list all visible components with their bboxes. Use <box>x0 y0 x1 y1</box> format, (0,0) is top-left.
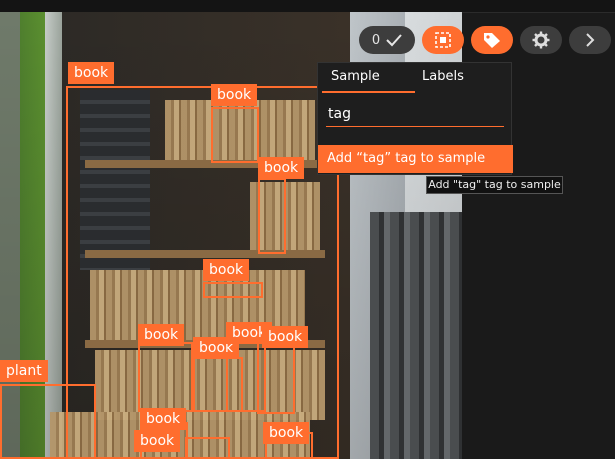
hanging-clothes <box>370 212 462 459</box>
tooltip: Add "tag" tag to sample <box>426 176 563 194</box>
detection-label: book <box>263 422 310 444</box>
tag-icon <box>484 33 500 48</box>
selected-count-button[interactable]: 0 <box>359 26 415 54</box>
detection-label: book <box>134 430 181 452</box>
settings-button[interactable] <box>520 26 562 54</box>
detection-label: book <box>203 259 250 281</box>
selected-count: 0 <box>371 32 381 48</box>
detection-box[interactable] <box>203 282 263 298</box>
detection-label: book <box>258 157 305 179</box>
detection-label: plant <box>0 360 48 382</box>
tag-input[interactable] <box>326 101 504 127</box>
add-tag-to-sample-button[interactable]: Add “tag” tag to sample <box>318 145 513 173</box>
detection-box[interactable] <box>0 384 96 459</box>
select-mode-button[interactable] <box>422 26 464 54</box>
gear-icon <box>532 31 550 49</box>
detection-label: book <box>211 84 258 106</box>
detection-label: book <box>68 62 115 84</box>
detection-box[interactable] <box>185 437 230 459</box>
tab-sample[interactable]: Sample <box>331 69 380 84</box>
detection-label: book <box>140 408 187 430</box>
detection-box[interactable] <box>211 107 259 163</box>
check-icon <box>386 34 402 47</box>
select-icon <box>435 32 451 48</box>
chevron-right-icon <box>586 33 595 47</box>
detection-label: book <box>138 324 185 346</box>
next-button[interactable] <box>569 26 611 54</box>
tag-button[interactable] <box>471 26 513 54</box>
detection-box[interactable] <box>138 342 193 412</box>
tab-labels[interactable]: Labels <box>422 69 464 84</box>
active-tab-indicator <box>322 91 415 93</box>
detection-box[interactable] <box>258 178 286 254</box>
tag-panel: Sample Labels Add “tag” tag to sample <box>317 62 513 175</box>
detection-label: book <box>262 326 309 348</box>
